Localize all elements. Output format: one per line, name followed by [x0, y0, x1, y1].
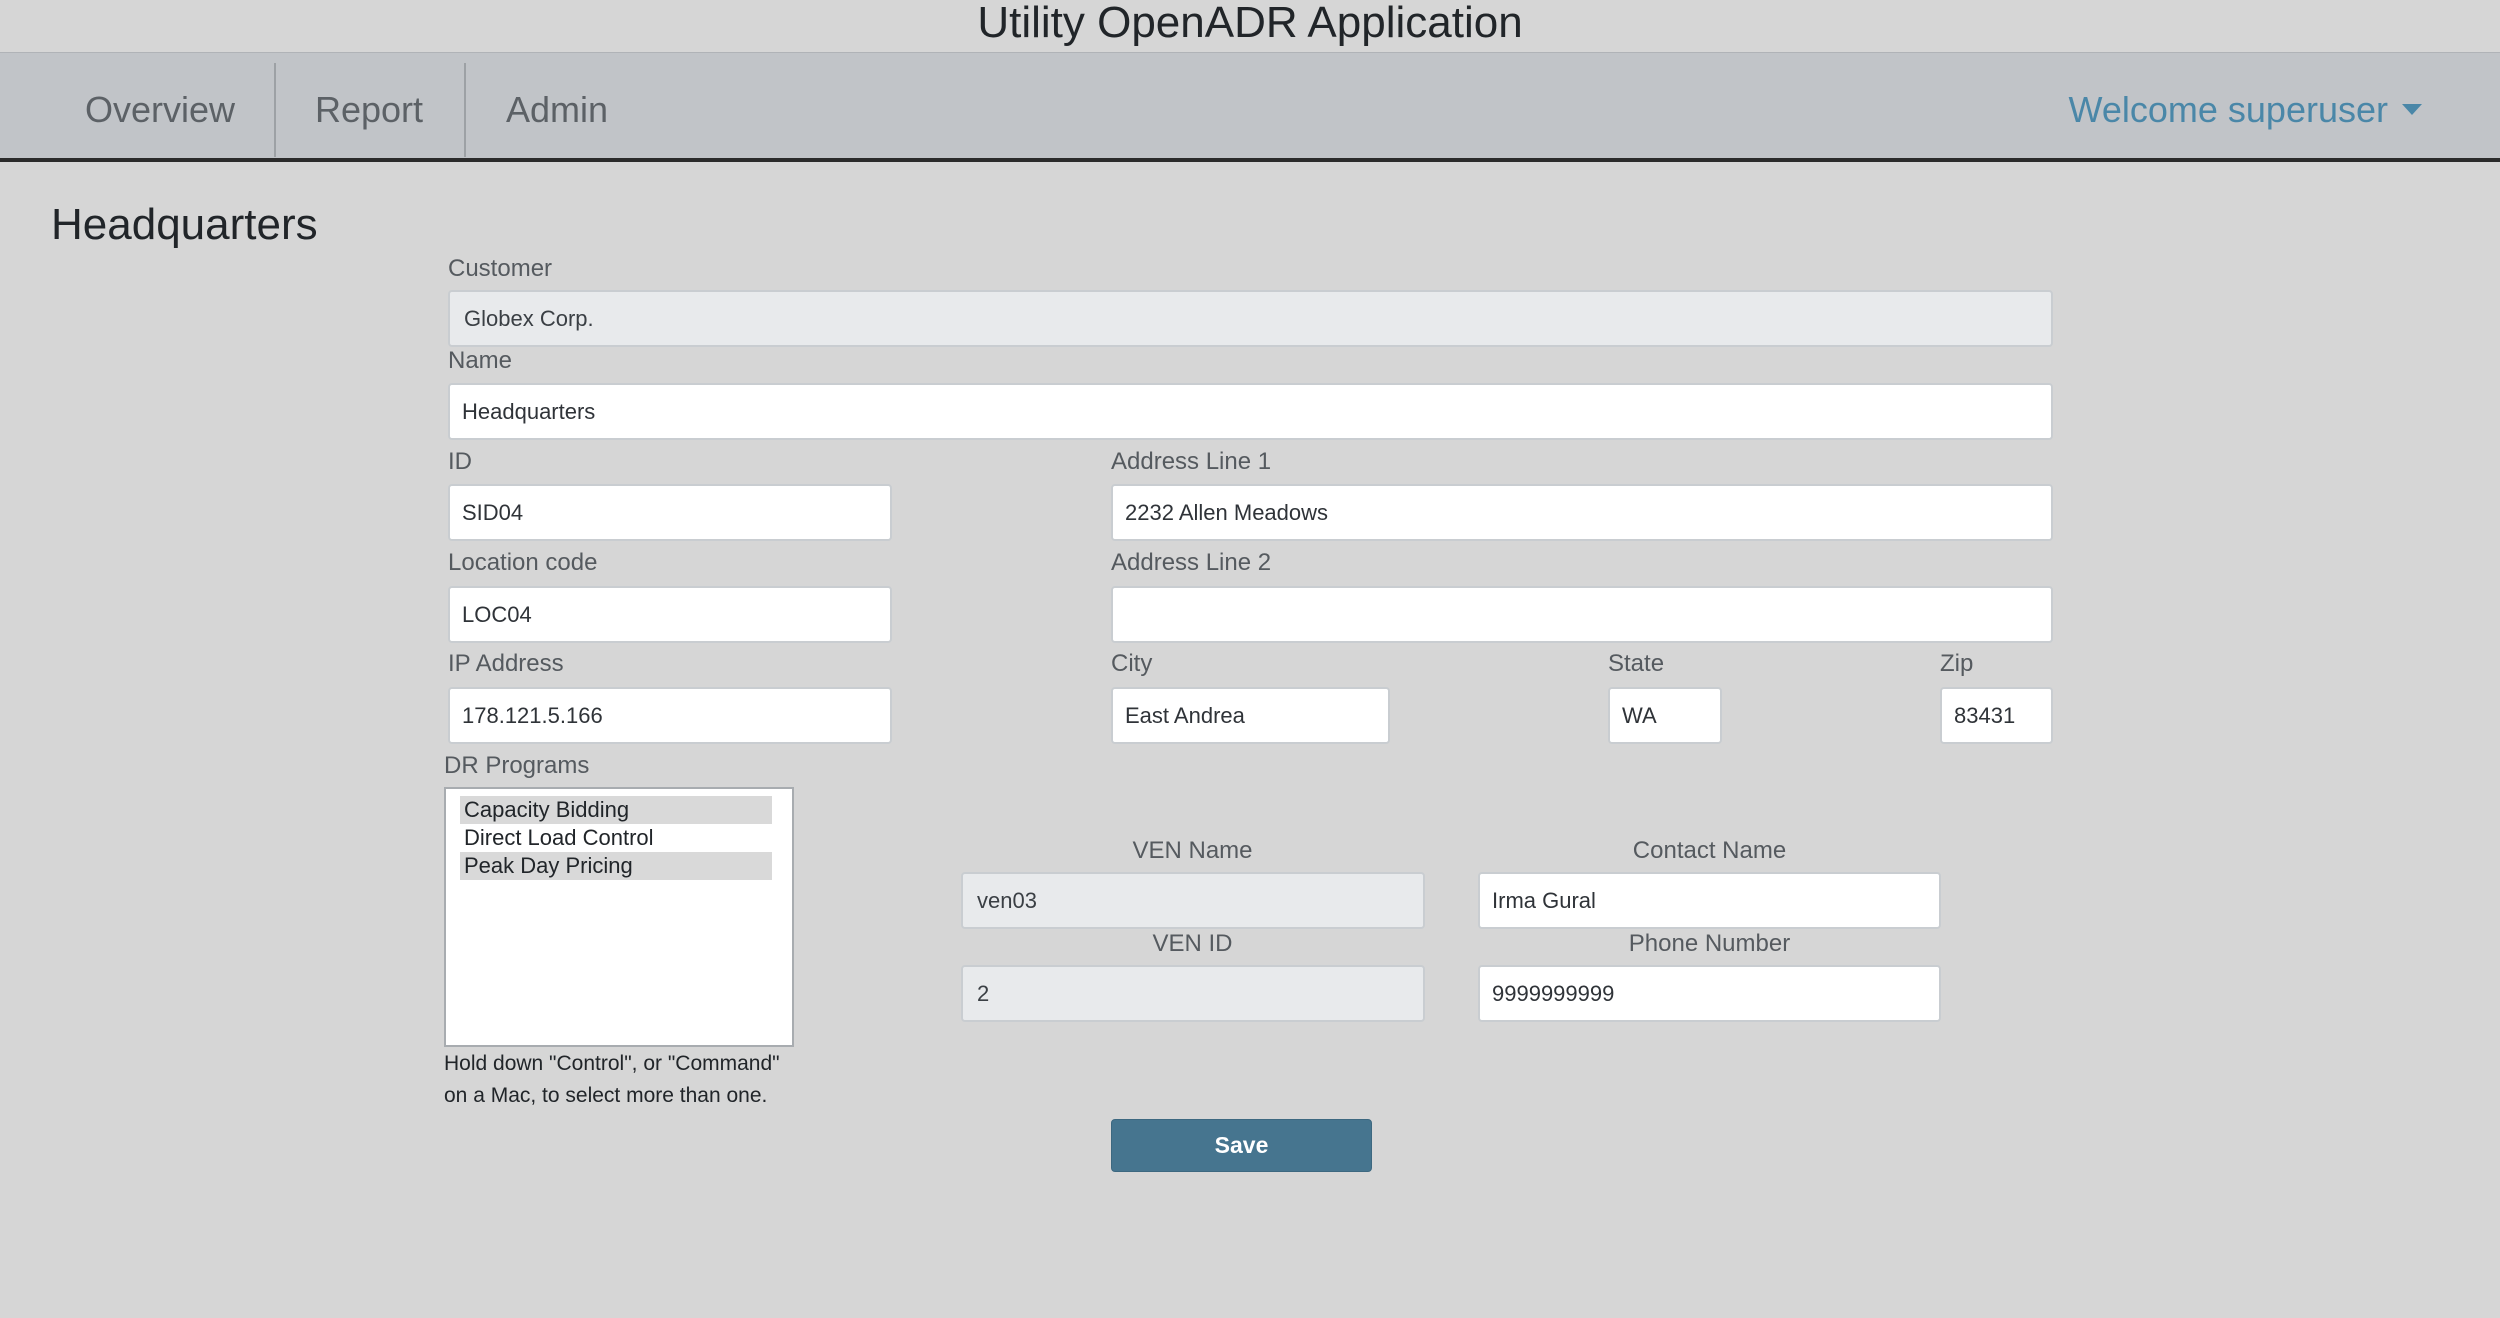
- dr-program-option[interactable]: Capacity Bidding: [460, 796, 772, 824]
- customer-label: Customer: [448, 255, 553, 282]
- help-line: Hold down "Control", or "Command": [444, 1052, 780, 1075]
- caret-down-icon: [2402, 103, 2422, 115]
- ven-name-field[interactable]: [961, 872, 1425, 929]
- ven-name-label: VEN Name: [1132, 837, 1253, 864]
- app-title: Utility OpenADR Application: [977, 0, 1523, 47]
- contact-name-field[interactable]: [1478, 872, 1941, 929]
- city-field[interactable]: [1111, 687, 1390, 744]
- zip-field[interactable]: [1940, 687, 2053, 744]
- nav-admin[interactable]: Admin: [490, 63, 624, 157]
- nav-divider: [274, 63, 276, 157]
- dr-programs-help-text: Hold down "Control", or "Command" on a M…: [444, 1048, 864, 1112]
- state-field[interactable]: [1608, 687, 1722, 744]
- ip-address-label: IP Address: [448, 650, 564, 677]
- state-label: State: [1608, 650, 1665, 677]
- ip-address-field[interactable]: [448, 687, 892, 744]
- page-heading: Headquarters: [51, 200, 318, 249]
- zip-label: Zip: [1940, 650, 1974, 677]
- navbar: Overview Report Admin Welcome superuser: [0, 52, 2500, 162]
- address-line-2-label: Address Line 2: [1111, 549, 1272, 576]
- dr-program-option[interactable]: Peak Day Pricing: [460, 852, 772, 880]
- customer-field[interactable]: [448, 290, 2053, 347]
- nav-overview[interactable]: Overview: [62, 63, 258, 157]
- address-line-2-field[interactable]: [1111, 586, 2053, 643]
- address-line-1-field[interactable]: [1111, 484, 2053, 541]
- city-label: City: [1111, 650, 1153, 677]
- user-menu-dropdown[interactable]: Welcome superuser: [2069, 63, 2422, 157]
- phone-number-field[interactable]: [1478, 965, 1941, 1022]
- dr-programs-select[interactable]: Capacity Bidding Direct Load Control Pea…: [444, 787, 794, 1047]
- ven-id-field[interactable]: [961, 965, 1425, 1022]
- save-button[interactable]: Save: [1111, 1119, 1372, 1172]
- location-code-field[interactable]: [448, 586, 892, 643]
- name-label: Name: [448, 347, 513, 374]
- ven-id-label: VEN ID: [1152, 930, 1233, 957]
- id-field[interactable]: [448, 484, 892, 541]
- dr-programs-label: DR Programs: [444, 752, 590, 779]
- id-label: ID: [448, 448, 472, 475]
- nav-divider: [464, 63, 466, 157]
- nav-report[interactable]: Report: [290, 63, 448, 157]
- address-line-1-label: Address Line 1: [1111, 448, 1272, 475]
- contact-name-label: Contact Name: [1632, 837, 1787, 864]
- welcome-label: Welcome superuser: [2068, 89, 2388, 130]
- phone-number-label: Phone Number: [1628, 930, 1791, 957]
- location-code-label: Location code: [448, 549, 598, 576]
- help-line: on a Mac, to select more than one.: [444, 1084, 768, 1107]
- dr-program-option[interactable]: Direct Load Control: [460, 824, 772, 852]
- name-field[interactable]: [448, 383, 2053, 440]
